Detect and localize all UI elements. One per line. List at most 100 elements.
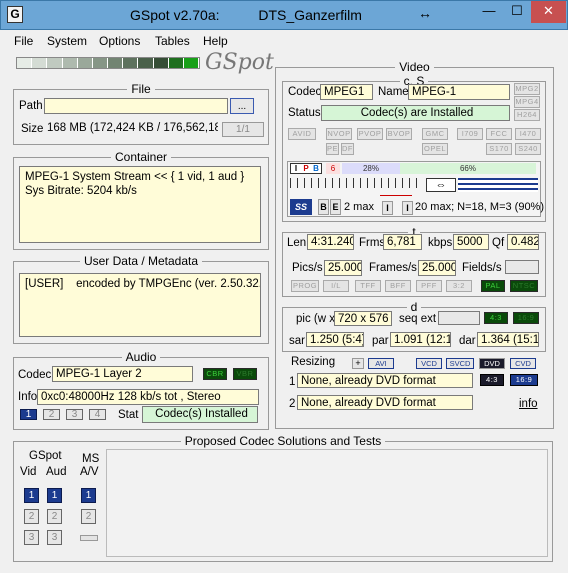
frames-label: Frms xyxy=(359,237,386,249)
gspot-aud-2-button[interactable]: 2 xyxy=(47,509,62,524)
resize-16-9-badge[interactable]: 16:9 xyxy=(510,374,538,386)
container-legend: Container xyxy=(114,150,168,164)
opel-badge: OPEL xyxy=(422,143,448,155)
cvd-button[interactable]: CVD xyxy=(510,358,536,369)
gspot-aud-3-button[interactable]: 3 xyxy=(47,530,62,545)
audio-stat-label: Stat xyxy=(118,409,139,421)
b-frames-button[interactable]: B xyxy=(318,199,329,215)
gop-span-marker xyxy=(380,195,412,199)
audio-info-field: 0xc0:48000Hz 128 kb/s tot , Stereo xyxy=(37,389,259,405)
av-column-label: A/V xyxy=(80,466,99,478)
window-title: GSpot v2.70a: DTS_Ganzerfilm xyxy=(130,7,362,23)
aspect-16-9-badge: 16:9 xyxy=(513,312,539,324)
s170-badge: S170 xyxy=(486,143,512,155)
avid-badge: AVID xyxy=(288,128,316,140)
audio-codec-field: MPEG-1 Layer 2 xyxy=(52,366,193,382)
dvd-button[interactable]: DVD xyxy=(479,358,505,369)
vcd-button[interactable]: VCD xyxy=(416,358,442,369)
gspot-app-icon[interactable]: G xyxy=(7,6,23,23)
size-value: 168 MB (172,424 KB / 176,562,180 xyxy=(44,121,218,137)
svcd-button[interactable]: SVCD xyxy=(446,358,474,369)
audio-stream-3-button[interactable]: 3 xyxy=(66,409,83,420)
b-frame-legend: B xyxy=(313,164,319,173)
i-frames-button[interactable]: I xyxy=(382,201,393,215)
vid-column-label: Vid xyxy=(20,466,37,478)
par-field: 1.091 (12:11 xyxy=(390,332,451,347)
gop-arrow-icon: ⇔ xyxy=(426,178,456,192)
ms-av-2-button[interactable]: 2 xyxy=(81,509,96,524)
ss-badge: SS xyxy=(290,199,312,215)
bff-badge: BFF xyxy=(385,280,411,292)
resizing-label: Resizing xyxy=(291,356,336,368)
dar-label: dar xyxy=(459,335,476,347)
gop-stripe-bar xyxy=(458,178,538,192)
df-badge: DF xyxy=(341,143,354,155)
par-label: par xyxy=(372,335,389,347)
audio-stream-2-button[interactable]: 2 xyxy=(43,409,60,420)
minimize-button[interactable]: — xyxy=(475,1,503,23)
kbps-label: kbps xyxy=(428,237,453,249)
gspot-aud-1-button[interactable]: 1 xyxy=(47,488,62,503)
gspot-vid-3-button[interactable]: 3 xyxy=(24,530,39,545)
resize-4-3-badge[interactable]: 4:3 xyxy=(480,374,504,386)
kbps-field: 5000 xyxy=(453,234,489,250)
mpg2-badge: MPG2 xyxy=(514,83,540,95)
aspect-4-3-badge: 4:3 xyxy=(484,312,508,324)
avi-button[interactable]: AVI xyxy=(368,358,394,369)
cbr-badge: CBR xyxy=(203,368,227,380)
frames-field: 6,781 xyxy=(383,234,422,250)
info-link[interactable]: info xyxy=(519,398,538,410)
qf-field: 0.482 xyxy=(507,234,539,250)
p-percent-bar: 28% xyxy=(342,163,400,174)
max-b-frames: 2 max xyxy=(344,201,374,213)
gop-frame-ticks xyxy=(290,178,422,188)
resize-option-1-number: 1 xyxy=(289,376,296,388)
ms-av-1-button[interactable]: 1 xyxy=(81,488,96,503)
size-label: Size xyxy=(21,123,44,135)
audio-info-label: Info xyxy=(18,391,38,403)
ms-column-label: MS xyxy=(82,453,100,465)
pvop-badge: PVOP xyxy=(357,128,383,140)
ms-av-indicator xyxy=(80,535,98,541)
resize-add-button[interactable]: + xyxy=(352,358,364,369)
maximize-button[interactable]: ☐ xyxy=(503,1,531,23)
gspot-vid-2-button[interactable]: 2 xyxy=(24,509,39,524)
audio-codec-label: Codec xyxy=(18,369,52,381)
path-field[interactable] xyxy=(44,98,228,114)
metadata-info: [USER] encoded by TMPGEnc (ver. 2.50.32.… xyxy=(19,273,261,337)
file-counter: 1/1 xyxy=(222,122,264,137)
audio-legend: Audio xyxy=(125,350,157,364)
frames-per-sec-label: Frames/s xyxy=(369,262,417,274)
resize-option-1-field: None, already DVD format xyxy=(297,373,473,388)
menu-help[interactable]: Help xyxy=(203,34,228,48)
menu-file[interactable]: File xyxy=(14,34,33,48)
browse-button[interactable]: ... xyxy=(230,98,254,114)
i-frames-end-button[interactable]: I xyxy=(402,201,413,215)
aud-column-label: Aud xyxy=(46,466,67,478)
close-button[interactable]: ✕ xyxy=(531,1,566,23)
i470-badge: I470 xyxy=(515,128,541,140)
video-status-field: Codec(s) are Installed xyxy=(321,105,510,121)
video-status-label: Status xyxy=(288,107,321,119)
h264-badge: H264 xyxy=(514,109,540,121)
pe-badge: PE xyxy=(326,143,339,155)
vbr-badge: VBR xyxy=(233,368,257,380)
tff-badge: TFF xyxy=(355,280,381,292)
menu-system[interactable]: System xyxy=(47,34,87,48)
metadata-legend: User Data / Metadata xyxy=(83,254,199,268)
audio-stream-1-button[interactable]: 1 xyxy=(20,409,37,420)
pal-badge: PAL xyxy=(481,280,505,292)
gspot-vid-1-button[interactable]: 1 xyxy=(24,488,39,503)
container-info: MPEG-1 System Stream << { 1 vid, 1 aud }… xyxy=(19,166,261,243)
audio-stream-4-button[interactable]: 4 xyxy=(89,409,106,420)
audio-stat-field: Codec(s) Installed xyxy=(142,406,258,423)
dimensions-subgroup-legend: d xyxy=(410,300,418,314)
path-label: Path xyxy=(19,100,43,112)
pff-badge: PFF xyxy=(416,280,442,292)
menu-tables[interactable]: Tables xyxy=(155,34,190,48)
menu-options[interactable]: Options xyxy=(99,34,140,48)
sar-label: sar xyxy=(289,335,305,347)
e-frames-button[interactable]: E xyxy=(330,199,341,215)
seq-ext-field xyxy=(438,311,480,325)
interlaced-badge: I/L xyxy=(323,280,349,292)
